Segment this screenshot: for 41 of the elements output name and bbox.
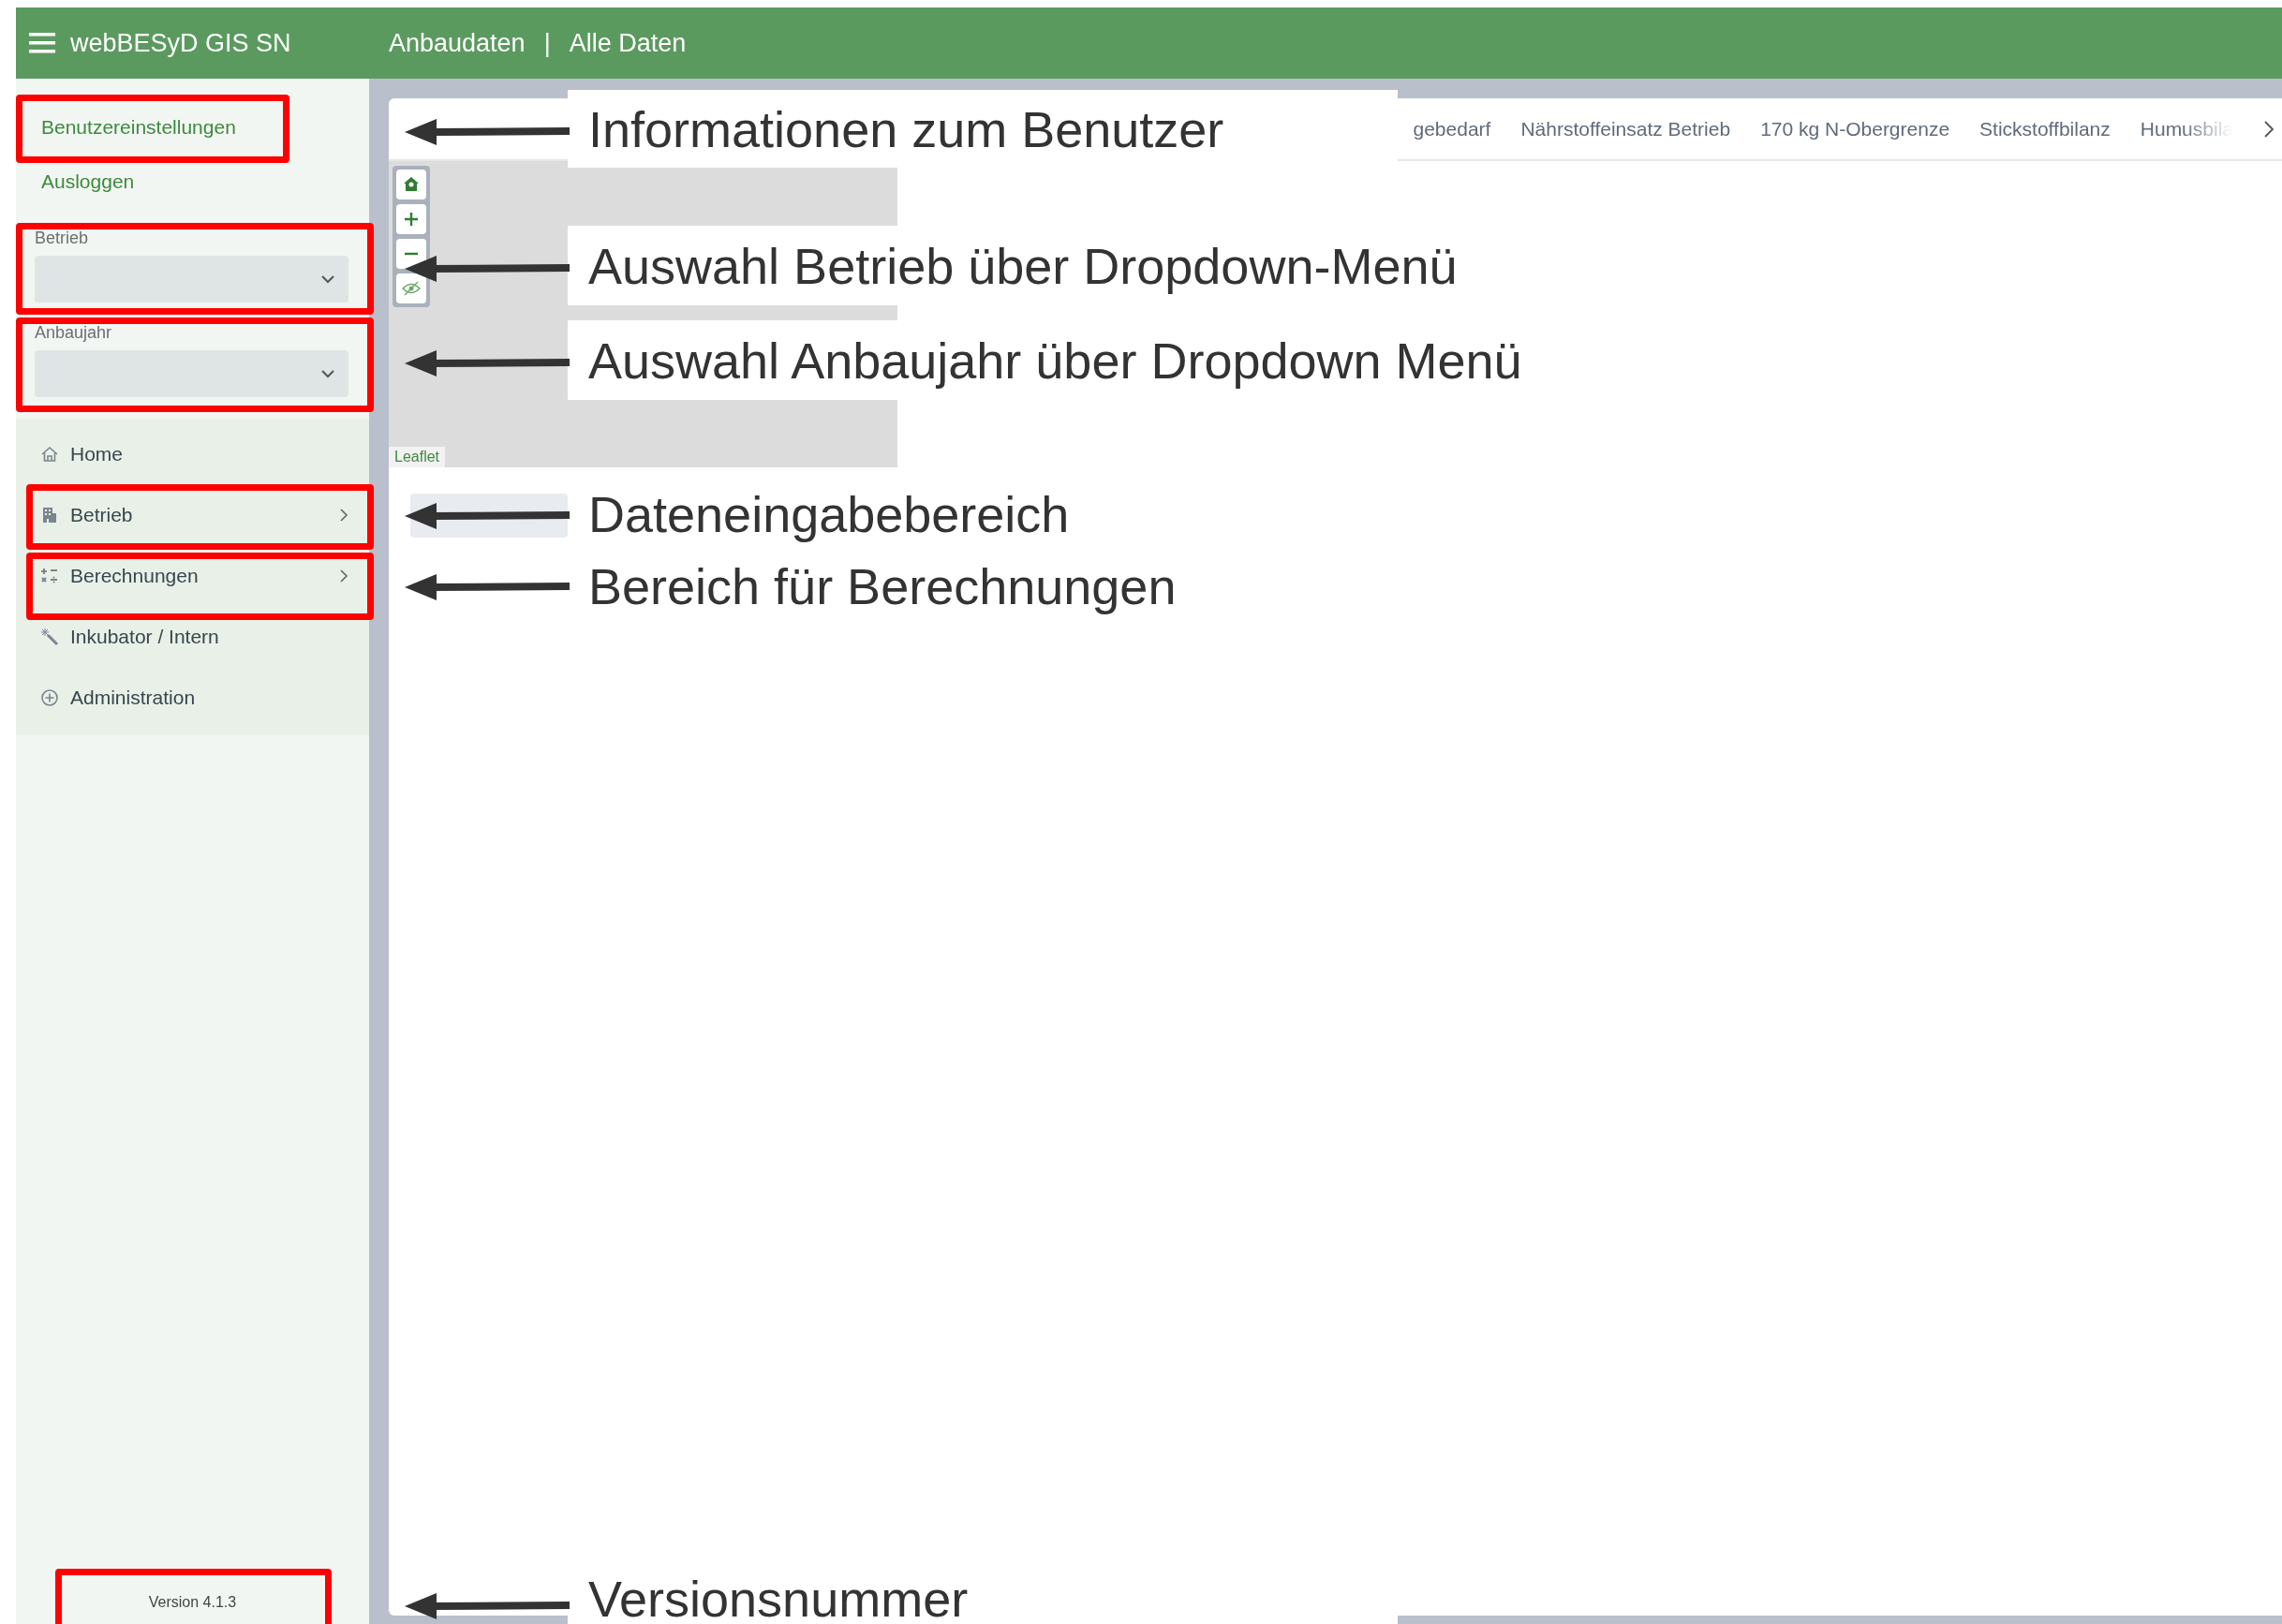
user-link[interactable]: Ausloggen [41,170,135,193]
plus-circle-icon [40,687,59,707]
map-attribution-link[interactable]: Leaflet [389,447,446,467]
tab[interactable]: gebedarf [1413,117,1491,140]
tab[interactable]: Stickstoffbilanz [1979,117,2111,140]
magic-wand-icon [40,627,59,646]
chevron-down-icon [320,369,335,378]
breadcrumb-link[interactable]: Alle Daten [569,28,687,58]
plus-icon [404,212,419,227]
field-label: Anbaujahr [35,323,113,343]
building-icon [40,505,59,524]
menu-item[interactable]: Home [16,423,369,484]
house-icon [40,444,59,464]
tab[interactable]: Nährstoffeinsatz Betrieb [1520,117,1731,140]
calculator-icon [40,566,59,585]
chevron-right-icon[interactable] [2263,119,2275,139]
eye-slash-icon [402,281,421,296]
minus-icon [404,252,419,256]
breadcrumb-separator: | [543,28,551,58]
home-pin-icon [402,175,421,194]
dropdown-field[interactable] [35,256,348,303]
user-link[interactable]: Benutzereinstellungen [41,116,236,139]
dropdown-field[interactable] [35,350,348,397]
menu-item[interactable]: Administration [16,667,369,728]
breadcrumb-link[interactable]: Anbaudaten [389,28,526,58]
menu-icon[interactable] [29,33,55,53]
menu-item[interactable]: Betrieb [16,484,369,545]
zoom-in-button[interactable] [396,204,426,234]
app-title: webBESyD GIS SN [70,28,292,58]
chevron-down-icon [320,274,335,284]
chevron-right-icon [339,568,348,583]
version-number: Version 4.1.3 [148,1594,237,1611]
menu-item[interactable]: Berechnungen [16,545,369,606]
zoom-out-button[interactable] [396,239,426,269]
home-pin-button[interactable] [396,170,426,199]
annotation-label: Informationen zum Benutzer [568,90,1398,168]
field-label: Betrieb [35,229,90,248]
chevron-right-icon [339,507,348,523]
visibility-button[interactable] [396,273,426,303]
menu-item[interactable]: Inkubator / Intern [16,606,369,667]
tab[interactable]: 170 kg N-Obergrenze [1760,117,1950,140]
